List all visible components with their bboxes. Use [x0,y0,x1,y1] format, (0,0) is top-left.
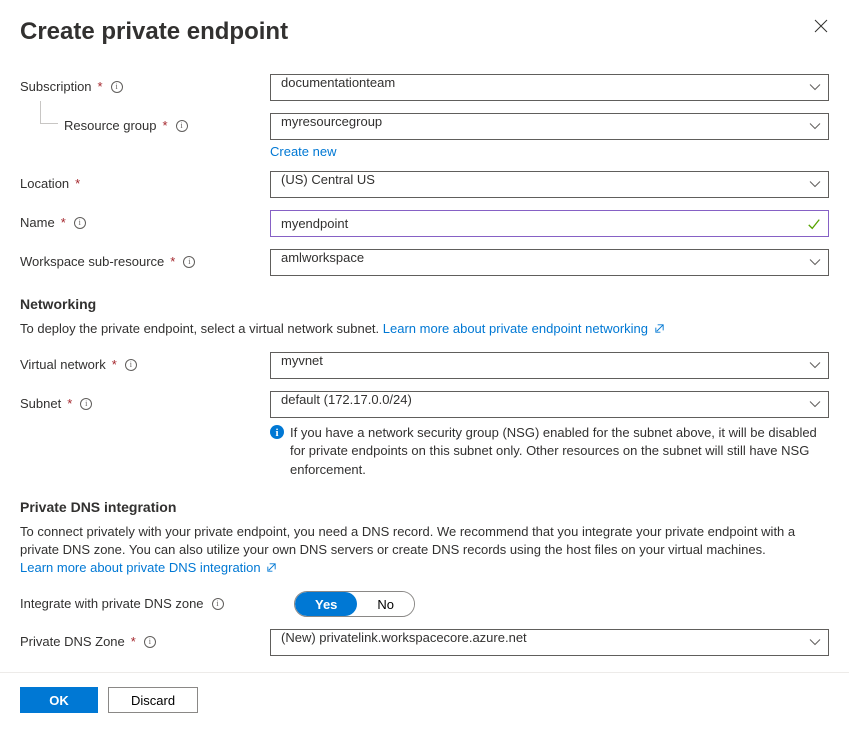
info-icon[interactable]: i [74,217,86,229]
info-icon[interactable]: i [183,256,195,268]
info-icon[interactable]: i [212,598,224,610]
subnet-label: Subnet [20,396,61,411]
networking-heading: Networking [20,296,829,312]
dns-heading: Private DNS integration [20,499,829,515]
info-icon[interactable]: i [111,81,123,93]
subnet-select[interactable]: default (172.17.0.0/24) [270,391,829,418]
location-label: Location [20,176,69,191]
info-icon[interactable]: i [144,636,156,648]
required-marker: * [170,254,175,269]
integrate-dns-label: Integrate with private DNS zone [20,596,204,611]
create-new-link[interactable]: Create new [270,144,336,159]
resource-group-select[interactable]: myresourcegroup [270,113,829,140]
page-title: Create private endpoint [20,18,288,46]
required-marker: * [131,634,136,649]
dns-learn-more-link[interactable]: Learn more about private DNS integration [20,560,277,575]
required-marker: * [61,215,66,230]
virtual-network-select[interactable]: myvnet [270,352,829,379]
required-marker: * [75,176,80,191]
info-icon[interactable]: i [125,359,137,371]
sub-resource-select[interactable]: amlworkspace [270,249,829,276]
dns-desc: To connect privately with your private e… [20,524,795,557]
location-select[interactable]: (US) Central US [270,171,829,198]
discard-button[interactable]: Discard [108,687,198,713]
required-marker: * [98,79,103,94]
dns-zone-label: Private DNS Zone [20,634,125,649]
required-marker: * [163,118,168,133]
info-icon: i [270,425,284,439]
toggle-no[interactable]: No [357,592,414,616]
external-link-icon [266,562,277,573]
sub-resource-label: Workspace sub-resource [20,254,164,269]
resource-group-label: Resource group [64,118,157,133]
check-icon [807,217,821,231]
external-link-icon [654,323,665,334]
virtual-network-label: Virtual network [20,357,106,372]
close-icon[interactable] [813,18,829,34]
subscription-select[interactable]: documentationteam [270,74,829,101]
required-marker: * [112,357,117,372]
dns-zone-select[interactable]: (New) privatelink.workspacecore.azure.ne… [270,629,829,656]
info-icon[interactable]: i [80,398,92,410]
nsg-info-text: If you have a network security group (NS… [290,424,829,479]
networking-learn-more-link[interactable]: Learn more about private endpoint networ… [383,321,665,336]
integrate-dns-toggle[interactable]: Yes No [294,591,415,617]
name-label: Name [20,215,55,230]
subscription-label: Subscription [20,79,92,94]
toggle-yes[interactable]: Yes [295,592,357,616]
info-icon[interactable]: i [176,120,188,132]
networking-desc: To deploy the private endpoint, select a… [20,321,383,336]
svg-text:i: i [275,427,278,439]
required-marker: * [67,396,72,411]
name-input[interactable] [270,210,829,237]
ok-button[interactable]: OK [20,687,98,713]
